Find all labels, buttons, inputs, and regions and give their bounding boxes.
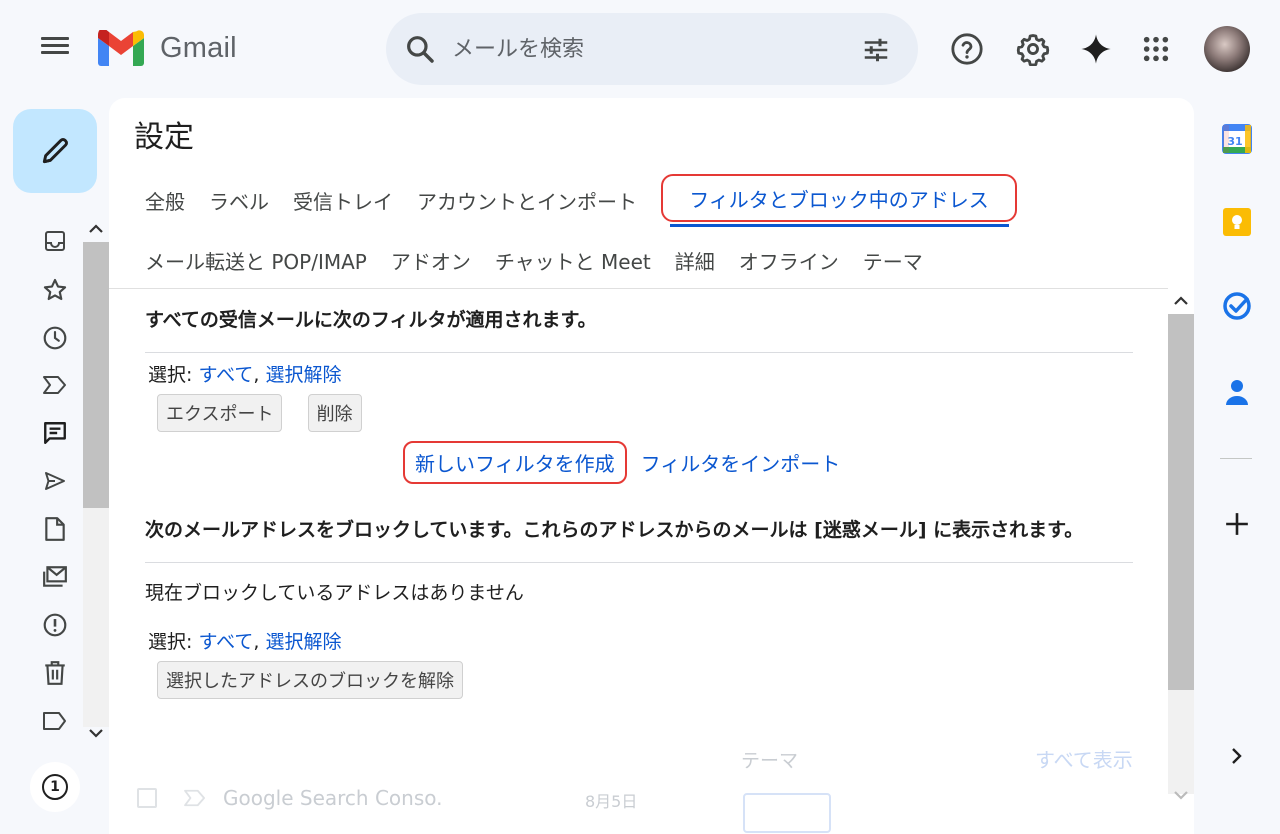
- settings-scroll-down-icon[interactable]: [1173, 788, 1189, 802]
- tab-labels[interactable]: ラベル: [209, 186, 269, 215]
- search-icon[interactable]: [404, 33, 436, 69]
- ghost-show-all: すべて表示: [1035, 748, 1133, 772]
- ghost-date: 8月5日: [585, 792, 638, 811]
- tab-advanced[interactable]: 詳細: [675, 246, 715, 275]
- settings-tabs-row-2: メール転送と POP/IMAP アドオン チャットと Meet 詳細 オフライン…: [145, 246, 947, 275]
- expand-side-panel-chevron-icon[interactable]: [1216, 735, 1258, 777]
- tab-forwarding-pop-imap[interactable]: メール転送と POP/IMAP: [145, 246, 367, 275]
- pencil-icon: [42, 138, 68, 164]
- gmail-logo[interactable]: Gmail: [98, 30, 237, 66]
- settings-panel: Google Search Conso. 8月5日 テーマ すべて表示 設定 全…: [109, 98, 1194, 834]
- settings-scrollbar[interactable]: [1168, 288, 1194, 808]
- filters-select-row: 選択: すべて, 選択解除: [148, 360, 1135, 387]
- svg-text:31: 31: [1227, 135, 1242, 148]
- google-tasks-icon[interactable]: [1216, 285, 1258, 327]
- main-menu-button[interactable]: [36, 33, 74, 67]
- trash-icon[interactable]: [38, 656, 72, 690]
- filters-divider: [145, 352, 1133, 353]
- unblock-selected-button[interactable]: 選択したアドレスのブロックを解除: [157, 661, 463, 699]
- snoozed-clock-icon[interactable]: [38, 321, 72, 355]
- account-avatar[interactable]: [1204, 26, 1250, 72]
- gmail-m-icon: [98, 30, 144, 66]
- ghost-sender: Google Search Conso.: [223, 786, 443, 810]
- import-filters-link[interactable]: フィルタをインポート: [641, 448, 841, 477]
- important-icon[interactable]: [38, 368, 72, 402]
- search-input[interactable]: [452, 31, 832, 67]
- app-name: Gmail: [160, 31, 237, 64]
- select-none-link[interactable]: 選択解除: [265, 364, 341, 386]
- tab-themes[interactable]: テーマ: [863, 246, 923, 275]
- tabs-divider: [109, 288, 1168, 289]
- settings-gear-icon[interactable]: [1010, 26, 1056, 72]
- comma-separator: ,: [253, 631, 260, 653]
- blocked-select-row: 選択: すべて, 選択解除: [148, 627, 1135, 654]
- side-panel-divider: [1220, 458, 1252, 459]
- search-options-icon[interactable]: [860, 35, 892, 69]
- spam-icon[interactable]: [38, 608, 72, 642]
- tab-offline[interactable]: オフライン: [739, 246, 839, 275]
- comma-separator: ,: [253, 364, 260, 386]
- google-calendar-icon[interactable]: 31: [1216, 118, 1258, 160]
- active-tab-indicator: [670, 224, 1009, 227]
- create-new-filter-link[interactable]: 新しいフィルタを作成: [403, 441, 627, 484]
- tab-inbox[interactable]: 受信トレイ: [293, 186, 393, 215]
- badge-count: 1: [42, 774, 68, 800]
- drafts-icon[interactable]: [38, 512, 72, 546]
- inbox-icon[interactable]: [38, 224, 72, 258]
- tab-addons[interactable]: アドオン: [391, 246, 471, 275]
- ghost-theme-thumbnail: [743, 793, 831, 833]
- delete-button[interactable]: 削除: [307, 394, 362, 432]
- google-contacts-icon[interactable]: [1216, 370, 1258, 412]
- sent-icon[interactable]: [38, 464, 72, 498]
- blocked-select-none-link[interactable]: 選択解除: [265, 631, 341, 653]
- all-mail-icon[interactable]: [38, 560, 72, 594]
- ghost-important-icon: [183, 788, 207, 813]
- apps-grid-icon[interactable]: [1133, 26, 1179, 72]
- select-all-link[interactable]: すべて: [198, 364, 253, 386]
- page-title: 設定: [134, 120, 194, 155]
- select-label: 選択:: [148, 364, 193, 386]
- blocked-select-all-link[interactable]: すべて: [198, 631, 253, 653]
- scrollbar-thumb[interactable]: [83, 242, 109, 508]
- add-app-plus-icon[interactable]: [1216, 503, 1258, 545]
- scroll-up-icon[interactable]: [88, 222, 104, 236]
- blocked-select-label: 選択:: [148, 631, 193, 653]
- settings-scroll-up-icon[interactable]: [1173, 294, 1189, 308]
- left-rail-scrollbar[interactable]: [83, 218, 109, 748]
- blocked-button-row: 選択したアドレスのブロックを解除: [157, 661, 1135, 699]
- settings-tabs-row-1: 全般 ラベル 受信トレイ アカウントとインポート: [145, 186, 661, 215]
- compose-button[interactable]: [13, 109, 97, 193]
- settings-scrollbar-thumb[interactable]: [1168, 314, 1194, 690]
- filters-heading: すべての受信メールに次のフィルタが適用されます。: [145, 309, 597, 331]
- tab-filters-blocked-addresses[interactable]: フィルタとブロック中のアドレス: [661, 174, 1017, 222]
- gemini-sparkle-icon[interactable]: [1073, 26, 1119, 72]
- tab-accounts-import[interactable]: アカウントとインポート: [417, 186, 637, 215]
- notification-badge[interactable]: 1: [30, 762, 80, 812]
- blocked-divider: [145, 562, 1133, 563]
- filters-content: すべての受信メールに次のフィルタが適用されます。 選択: すべて, 選択解除 エ…: [145, 298, 1135, 699]
- ghost-checkbox: [137, 788, 157, 808]
- starred-icon[interactable]: [38, 273, 72, 307]
- filter-actions-row: 新しいフィルタを作成 フィルタをインポート: [403, 441, 1135, 484]
- no-blocked-message: 現在ブロックしているアドレスはありません: [145, 582, 524, 604]
- filters-button-row: エクスポート 削除: [157, 394, 1135, 432]
- label-icon[interactable]: [38, 704, 72, 738]
- tab-general[interactable]: 全般: [145, 186, 185, 215]
- scroll-down-icon[interactable]: [88, 726, 104, 740]
- export-button[interactable]: エクスポート: [157, 394, 283, 432]
- help-icon[interactable]: [944, 26, 990, 72]
- ghost-theme-label: テーマ: [741, 750, 799, 772]
- blocked-heading: 次のメールアドレスをブロックしています。これらのアドレスからのメールは [迷惑メ…: [145, 519, 1084, 541]
- google-keep-icon[interactable]: [1216, 201, 1258, 243]
- tab-chat-meet[interactable]: チャットと Meet: [495, 246, 651, 275]
- search-bar[interactable]: [386, 13, 918, 85]
- chat-icon[interactable]: [38, 416, 72, 450]
